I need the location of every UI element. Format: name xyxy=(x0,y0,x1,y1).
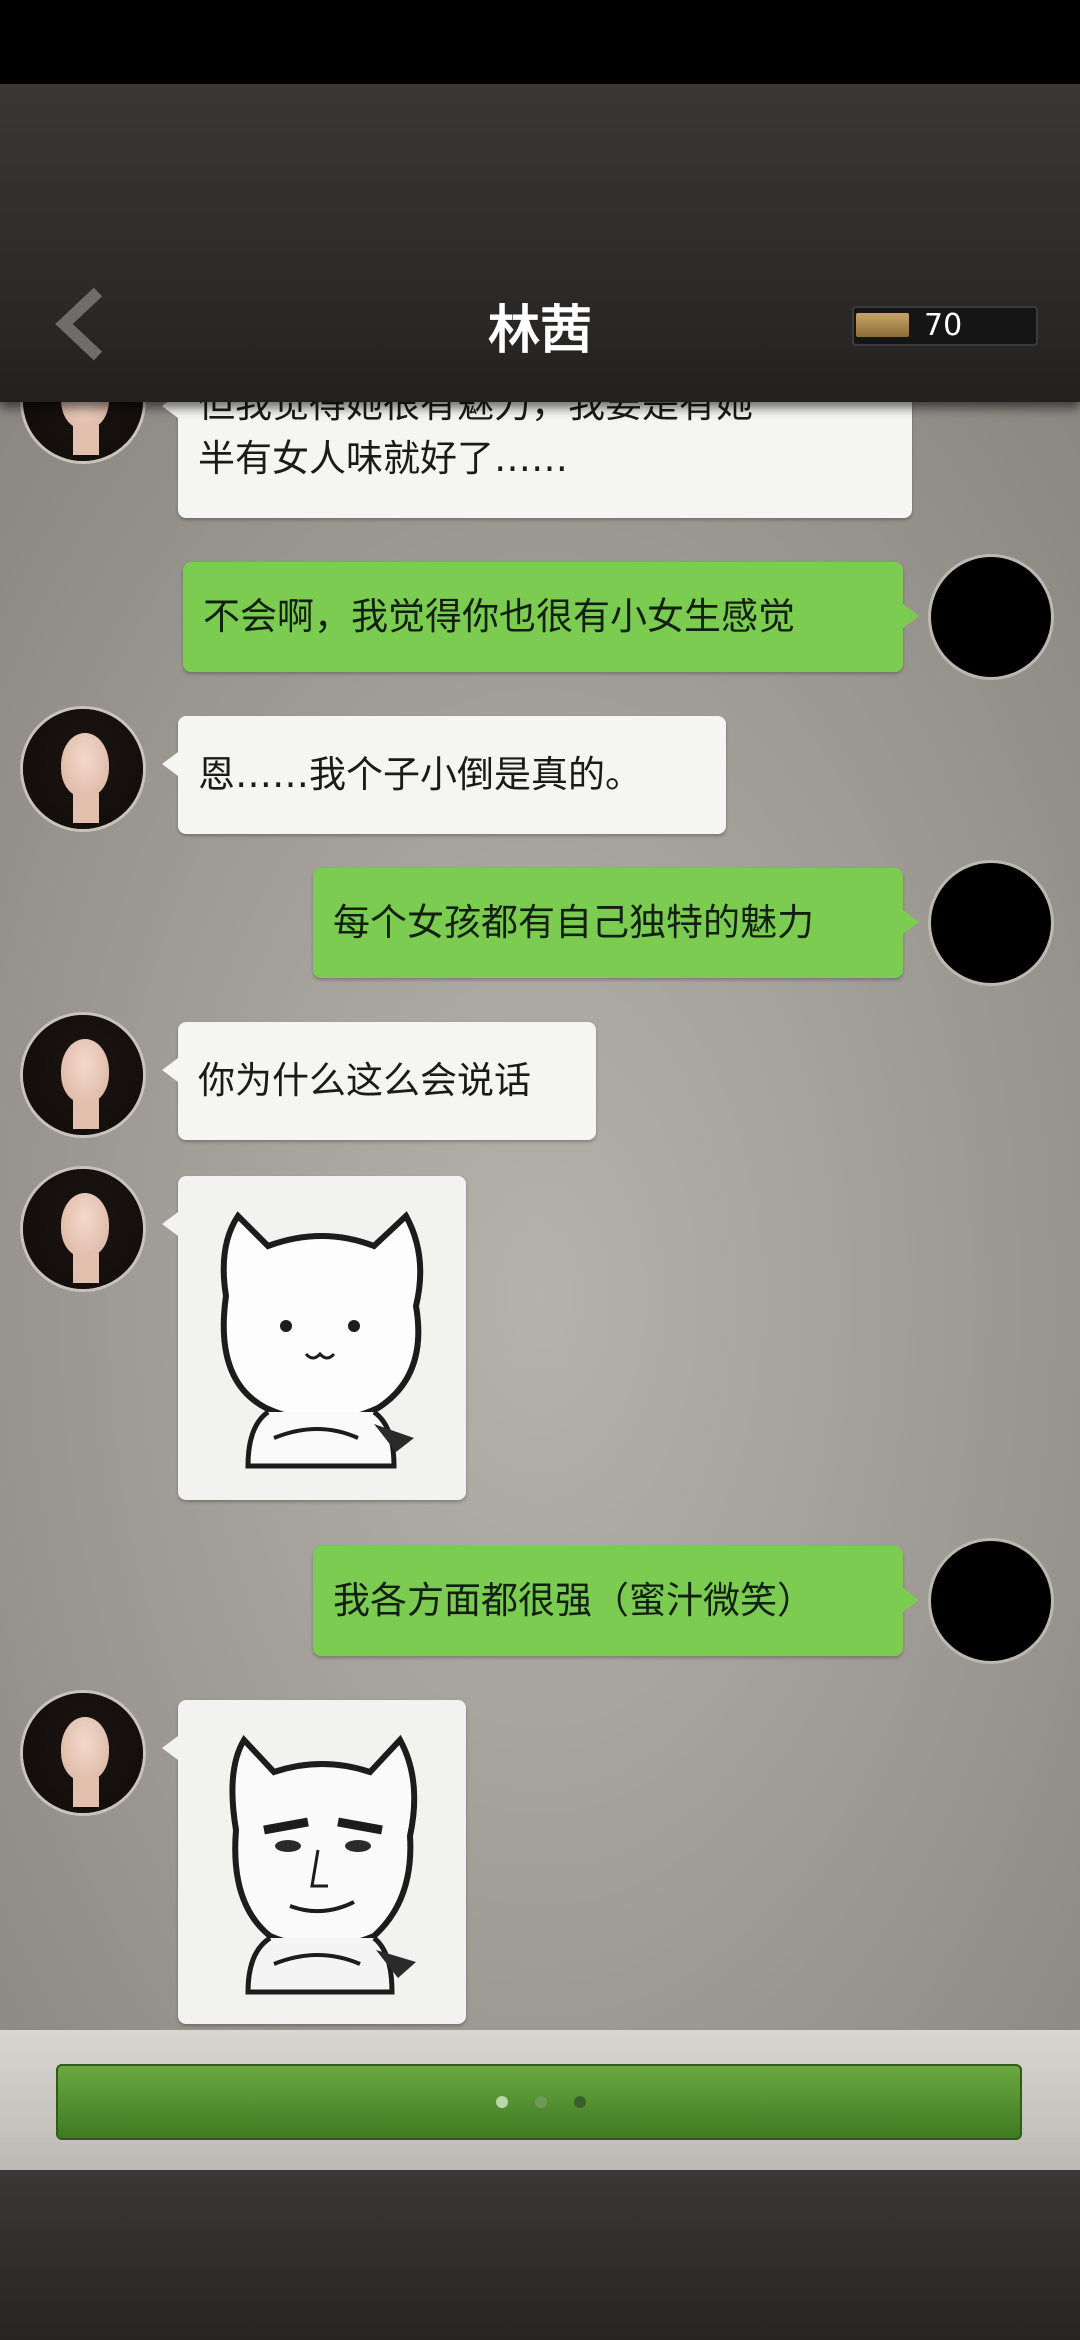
user-avatar[interactable] xyxy=(928,1538,1054,1664)
message-text: 不会啊，我觉得你也很有小女生感觉 xyxy=(203,595,795,638)
energy-value: 70 xyxy=(924,308,963,343)
shy-cat-sticker[interactable] xyxy=(162,1176,466,1500)
message-bubble[interactable]: 但我觉得她很有魅力，我要是有她 半有女人味就好了…… xyxy=(162,402,912,518)
user-avatar[interactable] xyxy=(928,860,1054,986)
smug-cat-sticker[interactable] xyxy=(162,1700,466,2024)
contact-avatar[interactable] xyxy=(20,1166,146,1292)
message-bubble[interactable]: 我各方面都很强（蜜汁微笑） xyxy=(313,1546,919,1656)
status-bar xyxy=(0,0,1080,84)
message-bubble[interactable]: 你为什么这么会说话 xyxy=(162,1022,596,1140)
page-dot xyxy=(496,2096,508,2108)
chat-message-list[interactable]: 但我觉得她很有魅力，我要是有她 半有女人味就好了…… 不会啊，我觉得你也很有小女… xyxy=(0,402,1080,2030)
energy-meter: 70 xyxy=(852,306,1038,346)
message-text: 恩……我个子小倒是真的。 xyxy=(198,753,642,796)
continue-button[interactable] xyxy=(56,2064,1022,2140)
message-bubble[interactable]: 每个女孩都有自己独特的魅力 xyxy=(313,868,919,978)
message-text: 你为什么这么会说话 xyxy=(198,1059,531,1102)
contact-avatar[interactable] xyxy=(20,706,146,832)
message-text: 我各方面都很强（蜜汁微笑） xyxy=(333,1579,814,1622)
bottom-bar xyxy=(0,2170,1080,2340)
page-dot-active xyxy=(574,2096,586,2108)
message-bubble[interactable]: 不会啊，我觉得你也很有小女生感觉 xyxy=(183,562,919,672)
user-avatar[interactable] xyxy=(928,554,1054,680)
message-text: 每个女孩都有自己独特的魅力 xyxy=(333,901,814,944)
contact-avatar[interactable] xyxy=(20,1012,146,1138)
continue-panel xyxy=(0,2030,1080,2170)
message-text-line: 但我觉得她很有魅力，我要是有她 xyxy=(198,402,753,426)
contact-avatar[interactable] xyxy=(20,402,146,464)
page-dot xyxy=(535,2096,547,2108)
contact-avatar[interactable] xyxy=(20,1690,146,1816)
message-bubble[interactable]: 恩……我个子小倒是真的。 xyxy=(162,716,726,834)
energy-fill xyxy=(856,313,909,337)
message-text-line: 半有女人味就好了…… xyxy=(198,437,568,480)
header-bar: 林茜 70 xyxy=(0,84,1080,402)
